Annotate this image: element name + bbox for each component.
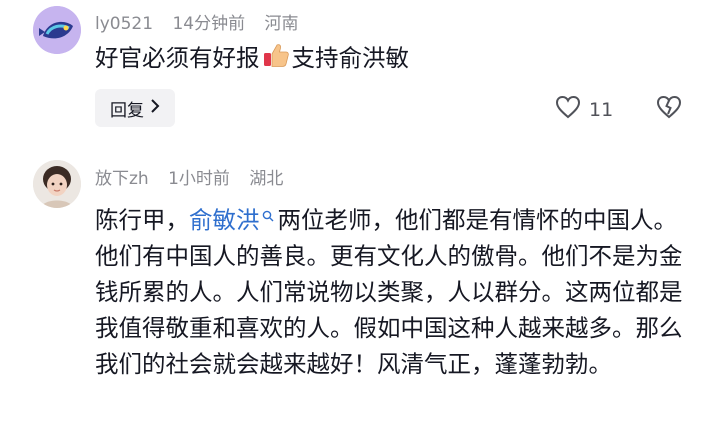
heart-icon: [555, 95, 581, 124]
comment-meta: ly0521 14分钟前 河南: [95, 9, 313, 34]
reply-button[interactable]: 回复: [95, 89, 175, 127]
reply-label: 回复: [110, 100, 144, 121]
comment-item: 放下zh 1小时前 湖北 陈行甲，俞敏洪 两位老师，他们都是有情怀的中国人。他们有…: [0, 152, 719, 439]
like-count: 11: [589, 98, 614, 121]
like-button[interactable]: 11: [555, 95, 613, 124]
comment-item: ly0521 14分钟前 河南 好官必须有好报 支持俞洪敏 回复 11: [0, 0, 719, 140]
location: 河南: [264, 14, 299, 34]
broken-heart-icon: [656, 95, 682, 123]
comment-text: 陈行甲，俞敏洪 两位老师，他们都是有情怀的中国人。他们有中国人的善良。更有文化人的…: [95, 196, 695, 382]
comment-text-part: 好官必须有好报: [95, 44, 260, 72]
avatar[interactable]: [33, 6, 81, 54]
username[interactable]: ly0521: [95, 14, 153, 34]
location: 湖北: [249, 169, 284, 189]
thumbs-up-icon: [262, 41, 290, 79]
timestamp: 14分钟前: [172, 14, 246, 34]
user-mention-link[interactable]: 俞敏洪: [189, 206, 260, 234]
comment-meta: 放下zh 1小时前 湖北: [95, 164, 297, 189]
avatar[interactable]: [33, 160, 81, 208]
username[interactable]: 放下zh: [95, 169, 149, 189]
comment-text-part: 陈行甲，: [95, 206, 189, 234]
chevron-right-icon: [150, 98, 160, 118]
timestamp: 1小时前: [168, 169, 230, 189]
comment-text: 好官必须有好报 支持俞洪敏: [95, 40, 409, 79]
search-icon[interactable]: [262, 196, 274, 232]
comment-text-part: 支持俞洪敏: [291, 44, 410, 72]
dislike-button[interactable]: [656, 95, 682, 123]
